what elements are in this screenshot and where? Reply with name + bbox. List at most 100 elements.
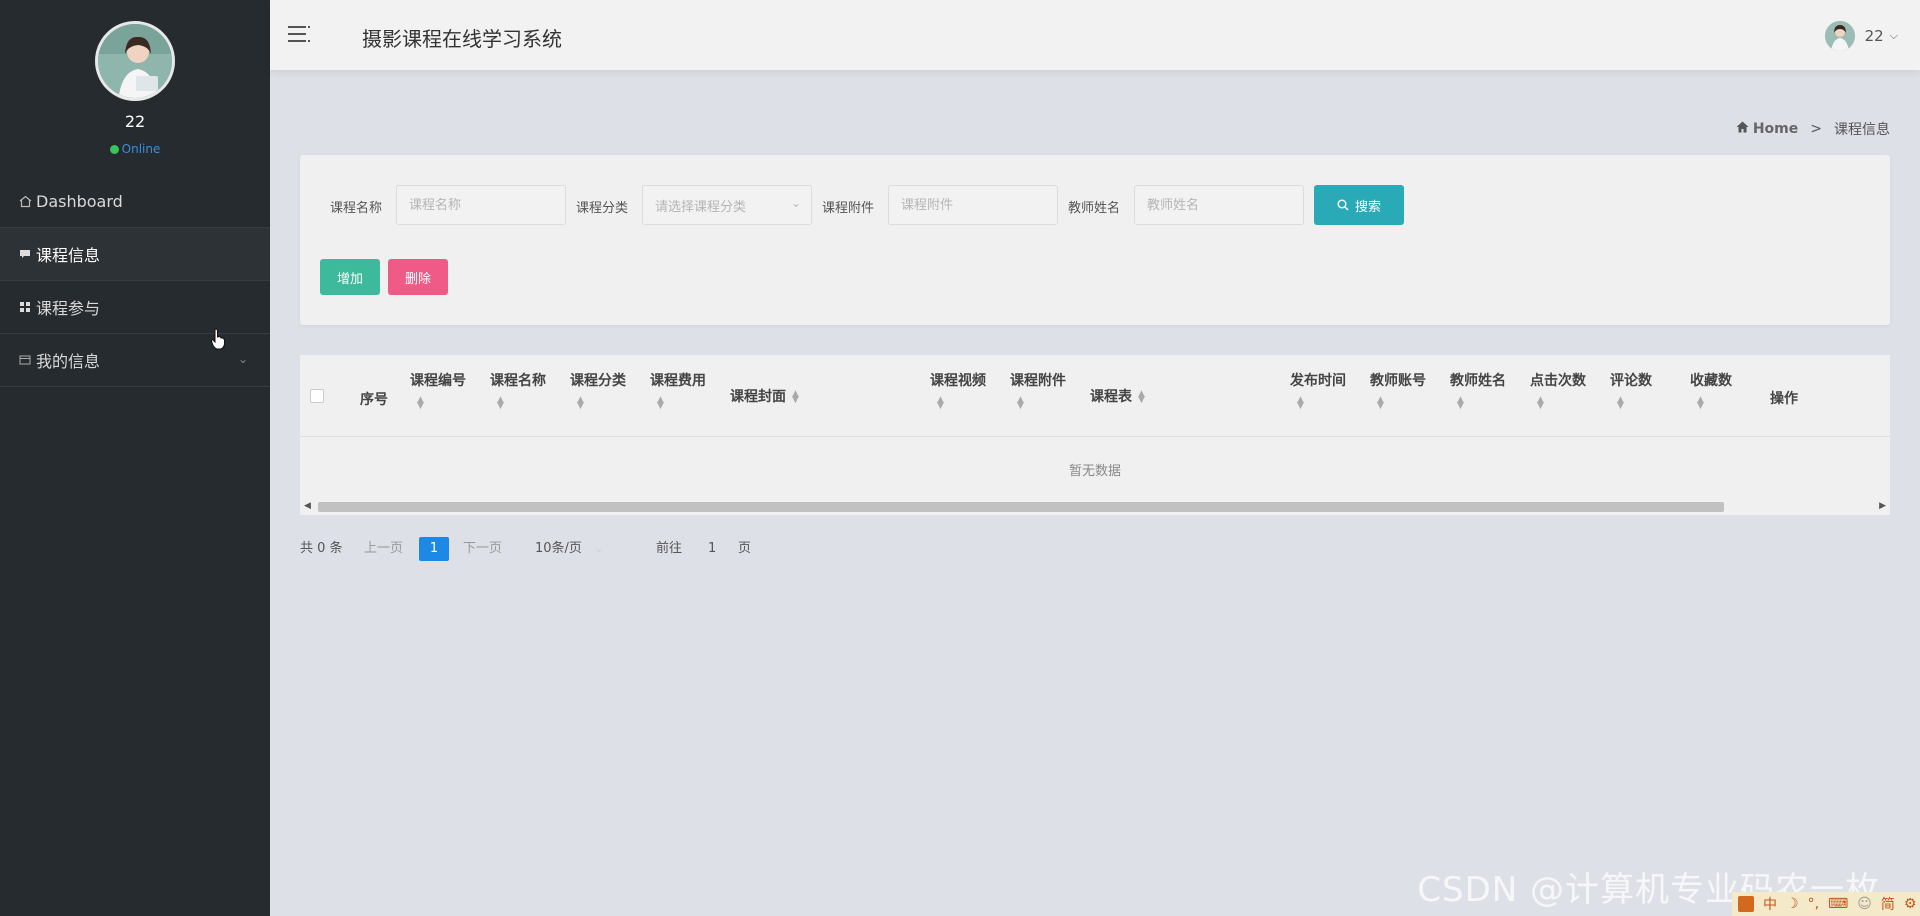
sidebar-item-dashboard[interactable]: Dashboard — [0, 175, 270, 228]
search-panel: 课程名称 课程分类 请选择课程分类 ⌄ 课程附件 教师姓名 搜索 增加 删除 — [300, 155, 1890, 325]
sort-icon[interactable]: ▲ ▼ — [657, 396, 664, 411]
column-header-course-cover[interactable]: 课程封面 ▲ ▼ — [730, 386, 799, 406]
ime-toolbar[interactable]: 中 ☽ °, ⌨ ☺ 简 ⚙ — [1732, 892, 1920, 916]
course-name-label: 课程名称 — [330, 201, 383, 216]
course-name-field[interactable] — [396, 185, 566, 225]
sort-icon[interactable]: ▲ ▼ — [937, 396, 944, 411]
sort-icon[interactable]: ▲ ▼ — [1617, 396, 1624, 411]
scroll-left-icon[interactable]: ◀ — [304, 501, 311, 511]
header-user-menu[interactable]: 22 ⌵ — [1824, 21, 1898, 51]
sort-icon[interactable]: ▲ ▼ — [417, 396, 424, 411]
teacher-name-input[interactable] — [1147, 197, 1303, 213]
scroll-right-icon[interactable]: ▶ — [1879, 501, 1886, 511]
gear-icon[interactable]: ⚙ — [1904, 896, 1917, 912]
breadcrumb: Home > 课程信息 — [1736, 119, 1890, 139]
horizontal-scrollbar[interactable]: ◀ ▶ — [300, 499, 1890, 515]
scrollbar-thumb[interactable] — [318, 502, 1724, 512]
column-header-index: 序号 — [360, 392, 388, 408]
column-header-course-fee[interactable]: 课程费用 — [650, 370, 706, 390]
column-header-course-id[interactable]: 课程编号 — [410, 370, 466, 390]
column-header-schedule[interactable]: 课程表 ▲ ▼ — [1090, 386, 1145, 406]
page-size-select[interactable]: 10条/页 ⌄ — [535, 537, 603, 561]
column-header-label: 课程表 — [1090, 389, 1132, 405]
goto-page-input[interactable]: 1 — [708, 537, 716, 561]
keyboard-icon[interactable]: ⌨ — [1828, 896, 1848, 912]
sort-icon[interactable]: ▲ ▼ — [792, 390, 799, 405]
search-button[interactable]: 搜索 — [1314, 185, 1404, 225]
column-header-publish-time[interactable]: 发布时间 — [1290, 370, 1346, 390]
goto-label: 前往 — [656, 541, 683, 556]
prev-page-button[interactable]: 上一页 — [364, 537, 403, 561]
sort-icon[interactable]: ▲ ▼ — [1457, 396, 1464, 411]
course-category-select[interactable]: 请选择课程分类 ⌄ — [642, 185, 812, 225]
select-all-checkbox[interactable] — [310, 389, 324, 403]
course-category-placeholder: 请选择课程分类 — [655, 199, 747, 215]
sidebar-menu: Dashboard 课程信息 课程参与 我的信息 ⌄ — [0, 175, 270, 387]
sidebar-item-course-info[interactable]: 课程信息 — [0, 228, 270, 281]
moon-icon[interactable]: ☽ — [1786, 896, 1799, 912]
sort-icon[interactable]: ▲ ▼ — [1537, 396, 1544, 411]
sort-icon[interactable]: ▲ ▼ — [1377, 396, 1384, 411]
breadcrumb-home-link[interactable]: Home — [1753, 121, 1798, 137]
sidebar-item-label: 课程参与 — [36, 299, 101, 318]
ime-script-toggle[interactable]: 简 — [1881, 894, 1895, 914]
sort-icon[interactable]: ▲ ▼ — [1297, 396, 1304, 411]
column-header-course-name[interactable]: 课程名称 — [490, 370, 546, 390]
column-header-label: 课程封面 — [730, 389, 786, 405]
page-1-button[interactable]: 1 — [419, 537, 449, 561]
column-header-course-attachment[interactable]: 课程附件 — [1010, 370, 1066, 390]
mouse-cursor-icon — [210, 328, 226, 354]
chevron-down-icon: ⌄ — [237, 352, 248, 366]
sidebar-item-my-info[interactable]: 我的信息 ⌄ — [0, 334, 270, 387]
column-header-course-category[interactable]: 课程分类 — [570, 370, 626, 390]
course-table: 序号 课程编号 ▲ ▼ 课程名称 ▲ ▼ 课程分类 ▲ ▼ 课程费用 ▲ ▼ 课程封面 ▲… — [300, 355, 1890, 515]
header-avatar — [1824, 21, 1855, 51]
teacher-name-label: 教师姓名 — [1068, 201, 1121, 216]
column-header-clicks[interactable]: 点击次数 — [1530, 370, 1586, 390]
breadcrumb-current: 课程信息 — [1834, 122, 1890, 138]
next-page-button[interactable]: 下一页 — [463, 537, 502, 561]
user-icon[interactable]: ☺ — [1857, 896, 1872, 912]
search-icon — [1337, 199, 1349, 211]
sidebar-item-label: 课程信息 — [36, 246, 101, 265]
course-name-input[interactable] — [409, 197, 565, 213]
add-button[interactable]: 增加 — [320, 259, 380, 295]
online-status-label: Online — [121, 142, 161, 156]
sort-icon[interactable]: ▲ ▼ — [1697, 396, 1704, 411]
chevron-down-icon: ⌄ — [593, 542, 604, 555]
course-category-label: 课程分类 — [576, 201, 629, 216]
delete-button[interactable]: 删除 — [388, 259, 448, 295]
sort-icon[interactable]: ▲ ▼ — [1017, 396, 1024, 411]
page-size-value: 10条/页 — [535, 541, 582, 556]
teacher-name-field[interactable] — [1134, 185, 1304, 225]
chevron-down-icon: ⌵ — [1889, 29, 1898, 42]
home-icon — [18, 194, 32, 208]
column-header-course-video[interactable]: 课程视频 — [930, 370, 986, 390]
ime-lang-toggle[interactable]: 中 — [1763, 894, 1777, 914]
sidebar-item-label: Dashboard — [36, 191, 123, 211]
course-attachment-field[interactable] — [888, 185, 1058, 225]
user-avatar[interactable] — [95, 21, 175, 101]
column-header-teacher-name[interactable]: 教师姓名 — [1450, 370, 1506, 390]
comment-icon — [18, 247, 32, 261]
ime-logo-icon — [1738, 896, 1754, 912]
app-title: 摄影课程在线学习系统 — [362, 27, 562, 51]
column-header-teacher-account[interactable]: 教师账号 — [1370, 370, 1426, 390]
search-button-label: 搜索 — [1354, 199, 1381, 215]
sort-icon[interactable]: ▲ ▼ — [1138, 390, 1145, 405]
table-header: 序号 课程编号 ▲ ▼ 课程名称 ▲ ▼ 课程分类 ▲ ▼ 课程费用 ▲ ▼ 课程封面 ▲… — [300, 355, 1890, 437]
column-header-comments[interactable]: 评论数 — [1610, 370, 1652, 390]
chevron-down-icon: ⌄ — [790, 196, 801, 210]
column-header-favorites[interactable]: 收藏数 — [1690, 370, 1732, 390]
sort-icon[interactable]: ▲ ▼ — [577, 396, 584, 411]
sidebar-item-course-participation[interactable]: 课程参与 — [0, 281, 270, 334]
sidebar: 22 Online Dashboard 课程信息 课程参与 我的信息 ⌄ — [0, 0, 270, 916]
grid-icon — [18, 300, 32, 314]
column-header-actions: 操作 — [1770, 391, 1798, 407]
course-attachment-label: 课程附件 — [822, 201, 875, 216]
punctuation-icon[interactable]: °, — [1808, 896, 1819, 912]
course-attachment-input[interactable] — [901, 197, 1057, 213]
menu-toggle-icon[interactable] — [288, 26, 310, 44]
sidebar-username: 22 — [124, 112, 146, 131]
sort-icon[interactable]: ▲ ▼ — [497, 396, 504, 411]
